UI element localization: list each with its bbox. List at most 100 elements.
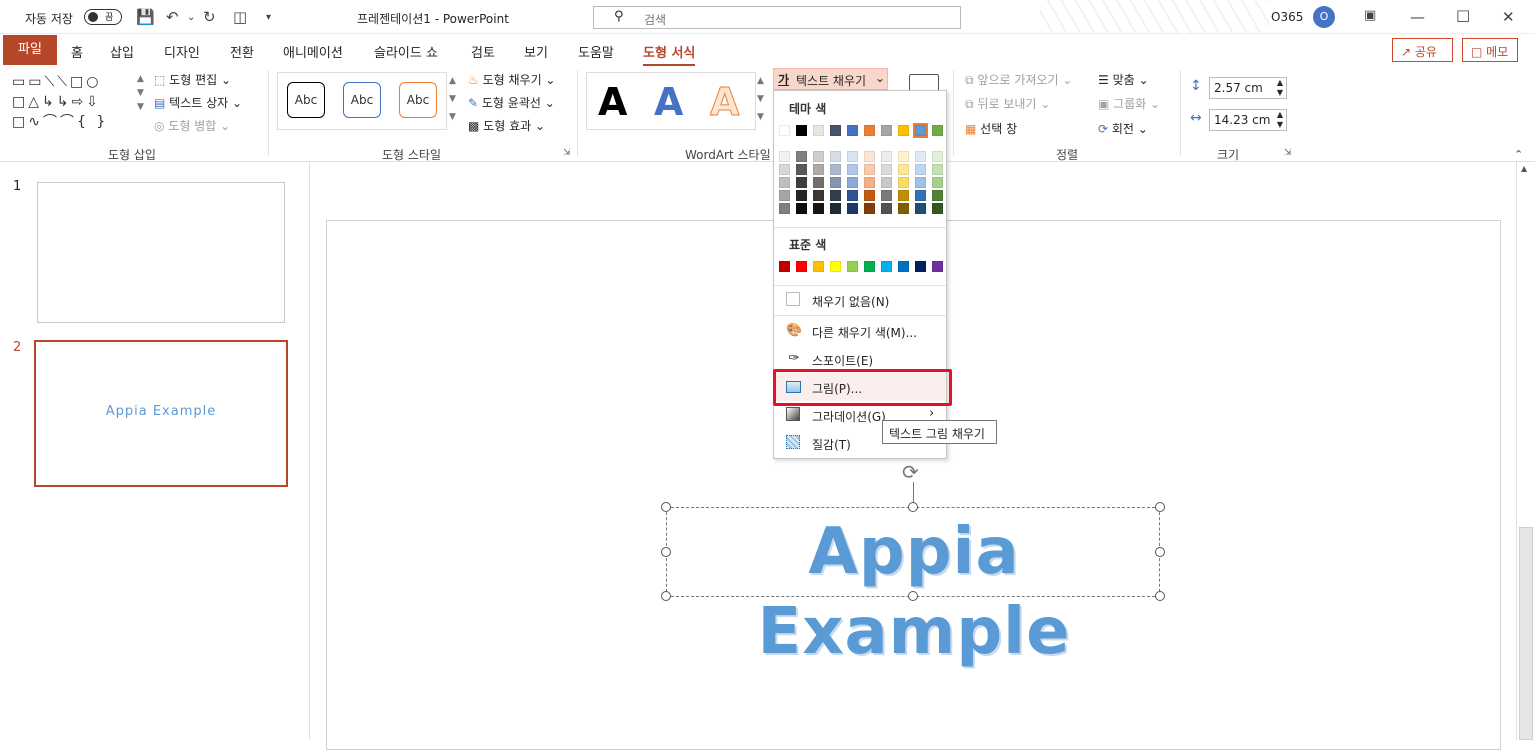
theme-color-swatch[interactable]	[813, 125, 824, 136]
theme-shade-swatch[interactable]	[830, 203, 841, 214]
theme-shade-swatch[interactable]	[813, 190, 824, 201]
no-fill-item[interactable]: 채우기 없음(N)	[774, 286, 946, 314]
wordart-style-black[interactable]: A	[598, 80, 627, 124]
theme-shade-swatch[interactable]	[813, 203, 824, 214]
tab-design[interactable]: 디자인	[164, 42, 200, 61]
slide-thumbnail-1[interactable]	[37, 182, 285, 323]
rotate-button[interactable]: ⟳ 회전 ⌄	[1098, 120, 1148, 137]
theme-shade-swatch[interactable]	[864, 203, 875, 214]
tab-review[interactable]: 검토	[471, 42, 495, 61]
start-from-beginning-icon[interactable]: ◫	[233, 8, 247, 26]
standard-color-swatch[interactable]	[813, 261, 824, 272]
theme-color-swatch[interactable]	[881, 125, 892, 136]
theme-shade-swatch[interactable]	[915, 164, 926, 175]
theme-shade-swatch[interactable]	[881, 177, 892, 188]
theme-shade-swatch[interactable]	[898, 203, 909, 214]
resize-handle[interactable]	[1155, 547, 1165, 557]
theme-shade-swatch[interactable]	[779, 151, 790, 162]
theme-shade-swatch[interactable]	[932, 164, 943, 175]
scroll-up-icon[interactable]: ▲	[1521, 164, 1527, 173]
send-backward-button[interactable]: ⧉ 뒤로 보내기 ⌄	[965, 95, 1050, 112]
resize-handle[interactable]	[908, 591, 918, 601]
customize-qat-icon[interactable]: ▾	[266, 12, 271, 23]
theme-shade-swatch[interactable]	[847, 177, 858, 188]
wordart-style-blue[interactable]: A	[654, 80, 683, 124]
theme-shade-swatch[interactable]	[813, 164, 824, 175]
theme-shade-swatch[interactable]	[932, 177, 943, 188]
vertical-scrollbar[interactable]: ▲	[1516, 162, 1535, 740]
redo-icon[interactable]: ↻	[203, 8, 216, 26]
account-name[interactable]: O365	[1271, 10, 1303, 24]
comments-button[interactable]: □ 메모	[1462, 38, 1518, 62]
text-fill-button[interactable]: 가 텍스트 채우기 ⌄	[773, 68, 888, 90]
tab-shape-format[interactable]: 도형 서식	[643, 42, 696, 66]
theme-shade-swatch[interactable]	[796, 190, 807, 201]
tab-transitions[interactable]: 전환	[230, 42, 254, 61]
selection-pane-button[interactable]: ▦ 선택 창	[965, 120, 1017, 137]
theme-shade-swatch[interactable]	[830, 177, 841, 188]
tab-animations[interactable]: 애니메이션	[283, 42, 343, 61]
shape-styles-scroll-icon[interactable]: ▲ ▼ ▼	[449, 72, 456, 126]
tab-help[interactable]: 도움말	[578, 42, 614, 61]
group-button[interactable]: ▣ 그룹화 ⌄	[1098, 95, 1160, 112]
autosave-toggle[interactable]: 끔	[84, 9, 122, 25]
resize-handle[interactable]	[908, 502, 918, 512]
avatar[interactable]: O	[1313, 6, 1335, 28]
ribbon-display-icon[interactable]: ▣	[1364, 8, 1376, 23]
theme-shade-swatch[interactable]	[830, 190, 841, 201]
tab-insert[interactable]: 삽입	[110, 42, 134, 61]
slide-thumbnail-2[interactable]: Appia Example	[34, 340, 288, 487]
theme-shade-swatch[interactable]	[915, 190, 926, 201]
standard-color-swatch[interactable]	[915, 261, 926, 272]
selected-text-box[interactable]: Appia Example	[666, 507, 1160, 669]
edit-shape-button[interactable]: ⬚ 도형 편집 ⌄	[154, 71, 231, 88]
theme-shade-swatch[interactable]	[796, 177, 807, 188]
undo-icon[interactable]: ↶	[166, 8, 179, 26]
wordart-scroll-icon[interactable]: ▲ ▼ ▼	[757, 72, 764, 126]
standard-color-swatch[interactable]	[864, 261, 875, 272]
theme-shade-swatch[interactable]	[881, 190, 892, 201]
theme-shade-swatch[interactable]	[847, 164, 858, 175]
rotate-handle-icon[interactable]: ⟳	[902, 460, 919, 484]
wordart-style-orange-outline[interactable]: A	[709, 80, 739, 125]
shapes-gallery[interactable]: ▭▭⟍⟍□○ □△↳↳⇨⇩ □∿⌒⌒{ }	[12, 72, 134, 132]
resize-handle[interactable]	[661, 547, 671, 557]
height-spinner-icon[interactable]: ▲ ▼	[1277, 78, 1283, 98]
theme-shade-swatch[interactable]	[898, 177, 909, 188]
theme-shade-swatch[interactable]	[830, 164, 841, 175]
standard-color-swatch[interactable]	[779, 261, 790, 272]
collapse-ribbon-icon[interactable]: ⌃	[1514, 148, 1523, 161]
resize-handle[interactable]	[661, 502, 671, 512]
theme-shade-swatch[interactable]	[779, 203, 790, 214]
theme-shade-swatch[interactable]	[813, 177, 824, 188]
theme-shade-swatch[interactable]	[881, 164, 892, 175]
shape-outline-button[interactable]: ✎ 도형 윤곽선 ⌄	[468, 94, 555, 111]
theme-shade-swatch[interactable]	[881, 203, 892, 214]
tab-home[interactable]: 홈	[71, 42, 83, 61]
undo-dropdown-icon[interactable]: ⌄	[187, 12, 195, 23]
theme-shade-swatch[interactable]	[881, 151, 892, 162]
bring-forward-button[interactable]: ⧉ 앞으로 가져오기 ⌄	[965, 71, 1072, 88]
save-icon[interactable]: 💾	[136, 8, 155, 26]
theme-shade-swatch[interactable]	[864, 164, 875, 175]
shape-width-input[interactable]: 14.23 cm ▲ ▼	[1209, 109, 1287, 131]
shape-height-input[interactable]: 2.57 cm ▲ ▼	[1209, 77, 1287, 99]
theme-color-swatch[interactable]	[864, 125, 875, 136]
standard-color-swatch[interactable]	[898, 261, 909, 272]
theme-color-swatch[interactable]	[796, 125, 807, 136]
tab-slideshow[interactable]: 슬라이드 쇼	[374, 42, 438, 61]
theme-shade-swatch[interactable]	[915, 151, 926, 162]
theme-color-swatch[interactable]	[830, 125, 841, 136]
search-box[interactable]: ⚲ 검색	[593, 6, 961, 29]
standard-color-swatch[interactable]	[932, 261, 943, 272]
standard-color-swatch[interactable]	[796, 261, 807, 272]
more-fill-colors-item[interactable]: 🎨 다른 채우기 색(M)...	[774, 317, 946, 345]
theme-color-swatch[interactable]	[898, 125, 909, 136]
size-launcher-icon[interactable]: ⇲	[1284, 148, 1292, 158]
theme-shade-swatch[interactable]	[847, 151, 858, 162]
standard-color-swatch[interactable]	[830, 261, 841, 272]
theme-shade-swatch[interactable]	[932, 203, 943, 214]
theme-shade-swatch[interactable]	[932, 190, 943, 201]
theme-shade-swatch[interactable]	[796, 151, 807, 162]
theme-shade-swatch[interactable]	[813, 151, 824, 162]
